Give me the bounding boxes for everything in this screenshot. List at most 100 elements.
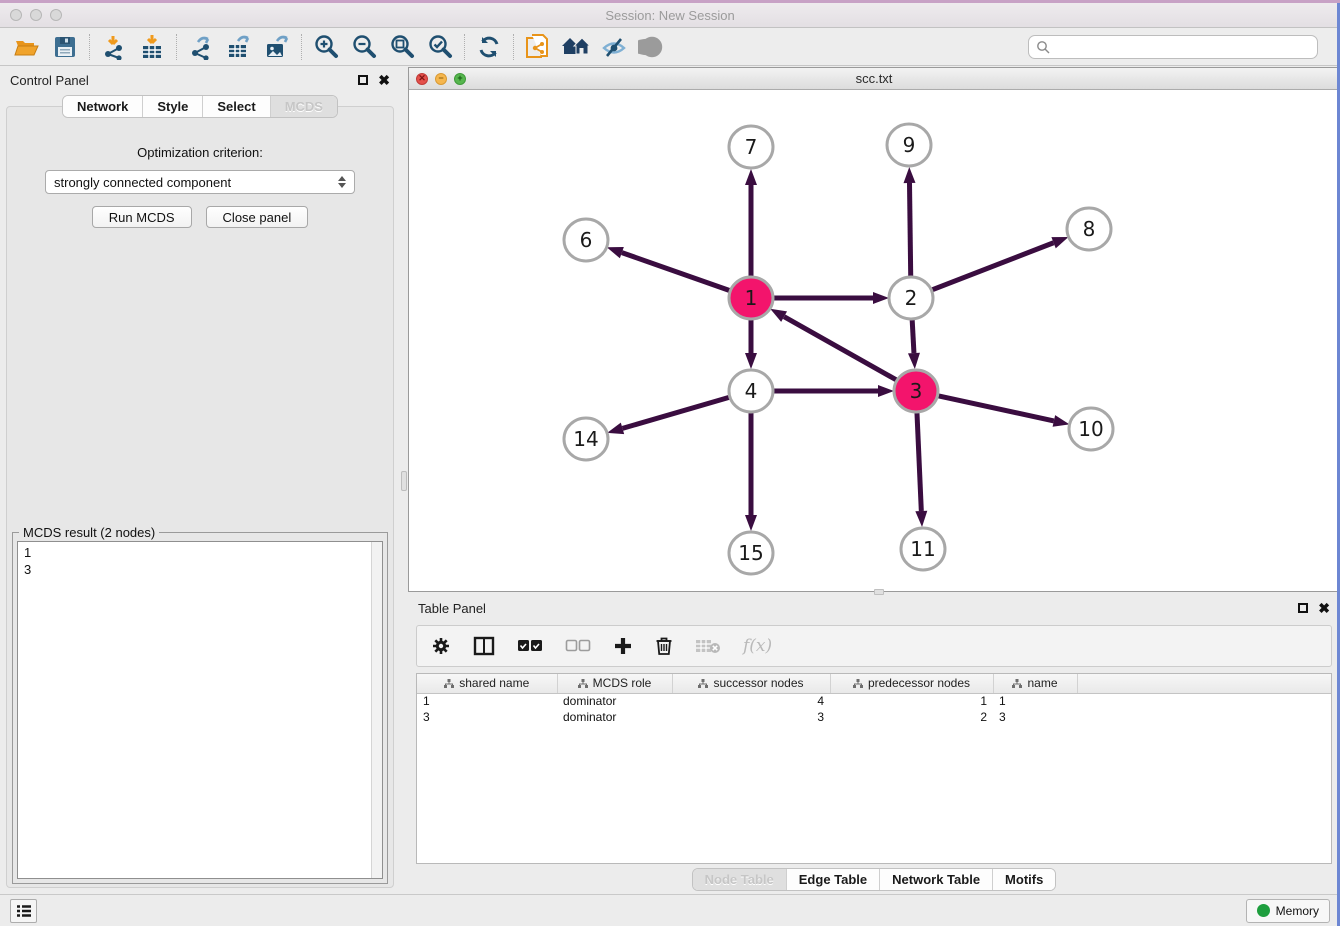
tab-network-table[interactable]: Network Table (880, 869, 993, 890)
network-canvas[interactable]: 7 9 6 8 1 2 4 3 14 10 15 11 (409, 90, 1339, 591)
cell-successor_nodes[interactable]: 3 (672, 709, 830, 725)
zoom-fit-button[interactable] (383, 31, 421, 63)
export-image-button[interactable] (258, 31, 296, 63)
edge-4-14[interactable] (622, 397, 729, 428)
run-mcds-button[interactable]: Run MCDS (92, 206, 192, 228)
zoom-selected-button[interactable] (421, 31, 459, 63)
edge-1-6[interactable] (622, 253, 730, 291)
export-network-button[interactable] (182, 31, 220, 63)
network-document-button[interactable] (519, 31, 557, 63)
tab-node-table[interactable]: Node Table (693, 869, 787, 890)
horizontal-splitter[interactable] (408, 592, 1340, 595)
column-header-name[interactable]: name (993, 674, 1077, 693)
result-scrollbar[interactable] (371, 542, 382, 878)
node-6[interactable]: 6 (564, 219, 608, 261)
cell-shared_name[interactable]: 1 (417, 693, 557, 709)
cell-name[interactable]: 3 (993, 709, 1077, 725)
cell-mcds_role[interactable]: dominator (557, 709, 672, 725)
float-table-panel-icon[interactable] (1298, 603, 1308, 613)
cell-predecessor_nodes[interactable]: 2 (830, 709, 993, 725)
cell-mcds_role[interactable]: dominator (557, 693, 672, 709)
search-input[interactable] (1055, 40, 1310, 54)
network-maximize-icon[interactable]: + (454, 73, 466, 85)
splitter-handle[interactable] (401, 471, 407, 491)
zoom-out-button[interactable] (345, 31, 383, 63)
network-graph[interactable]: 7 9 6 8 1 2 4 3 14 10 15 11 (409, 90, 1339, 591)
node-15[interactable]: 15 (729, 532, 773, 574)
optimization-criterion-select[interactable]: strongly connected component (45, 170, 355, 194)
deselect-all-icon[interactable] (565, 639, 591, 653)
delete-table-icon[interactable] (695, 637, 721, 655)
node-7[interactable]: 7 (729, 126, 773, 168)
close-panel-button[interactable]: Close panel (206, 206, 309, 228)
node-9[interactable]: 9 (887, 124, 931, 166)
cell-shared_name[interactable]: 3 (417, 709, 557, 725)
hsplitter-handle[interactable] (874, 589, 884, 595)
node-10[interactable]: 10 (1069, 408, 1113, 450)
delete-icon[interactable] (655, 636, 673, 656)
network-minimize-icon[interactable]: − (435, 73, 447, 85)
home-icon (559, 34, 593, 60)
cell-name[interactable]: 1 (993, 693, 1077, 709)
tab-motifs[interactable]: Motifs (993, 869, 1055, 890)
node-4[interactable]: 4 (729, 370, 773, 412)
column-header-predecessor-nodes[interactable]: predecessor nodes (830, 674, 993, 693)
sort-hierarchy-icon (578, 679, 588, 688)
table-row[interactable]: 3dominator323 (417, 709, 1331, 725)
refresh-button[interactable] (470, 31, 508, 63)
export-table-icon (226, 34, 252, 60)
cell-successor_nodes[interactable]: 4 (672, 693, 830, 709)
close-panel-icon[interactable]: ✖ (378, 75, 390, 85)
tab-select[interactable]: Select (203, 96, 270, 117)
node-1[interactable]: 1 (729, 277, 773, 319)
column-header-successor-nodes[interactable]: successor nodes (672, 674, 830, 693)
show-eye-button[interactable] (633, 31, 671, 63)
edge-2-8[interactable] (932, 243, 1054, 290)
table-row[interactable]: 1dominator411 (417, 693, 1331, 709)
cell-predecessor_nodes[interactable]: 1 (830, 693, 993, 709)
close-table-panel-icon[interactable]: ✖ (1318, 603, 1330, 613)
home-button[interactable] (557, 31, 595, 63)
zoom-in-button[interactable] (307, 31, 345, 63)
tab-style[interactable]: Style (143, 96, 203, 117)
column-pane-icon[interactable] (473, 636, 495, 656)
column-label: successor nodes (713, 676, 803, 690)
add-icon[interactable] (613, 636, 633, 656)
export-table-button[interactable] (220, 31, 258, 63)
column-header-MCDS-role[interactable]: MCDS role (557, 674, 672, 693)
tab-network[interactable]: Network (63, 96, 143, 117)
column-header-shared-name[interactable]: shared name (417, 674, 557, 693)
node-8[interactable]: 8 (1067, 208, 1111, 250)
save-session-button[interactable] (46, 31, 84, 63)
node-table[interactable]: shared nameMCDS role successor nodes prede… (416, 673, 1332, 864)
edge-3-10[interactable] (937, 396, 1053, 421)
node-14[interactable]: 14 (564, 418, 608, 460)
toolbar-separator (176, 34, 177, 60)
node-3[interactable]: 3 (894, 370, 938, 412)
zoom-out-icon (351, 34, 377, 60)
network-close-icon[interactable]: ✕ (416, 73, 428, 85)
control-panel-title: Control Panel (10, 73, 89, 88)
function-icon[interactable]: f(x) (743, 636, 772, 656)
edge-3-11[interactable] (917, 413, 921, 511)
tab-edge-table[interactable]: Edge Table (787, 869, 880, 890)
open-session-button[interactable] (8, 31, 46, 63)
edge-2-9[interactable] (909, 183, 910, 276)
memory-button[interactable]: Memory (1246, 899, 1330, 923)
tab-mcds[interactable]: MCDS (271, 96, 337, 117)
edge-3-1[interactable] (784, 317, 897, 381)
edge-2-3[interactable] (912, 320, 914, 353)
gear-icon[interactable] (431, 636, 451, 656)
select-all-icon[interactable] (517, 639, 543, 653)
network-window-titlebar[interactable]: ✕ − + scc.txt (409, 68, 1339, 90)
import-network-button[interactable] (95, 31, 133, 63)
task-history-button[interactable] (10, 899, 37, 923)
node-2[interactable]: 2 (889, 277, 933, 319)
node-label: 7 (745, 135, 758, 159)
search-field[interactable] (1028, 35, 1318, 59)
vertical-splitter[interactable] (400, 67, 408, 894)
float-panel-icon[interactable] (358, 75, 368, 85)
import-table-button[interactable] (133, 31, 171, 63)
node-11[interactable]: 11 (901, 528, 945, 570)
hide-eye-button[interactable] (595, 31, 633, 63)
